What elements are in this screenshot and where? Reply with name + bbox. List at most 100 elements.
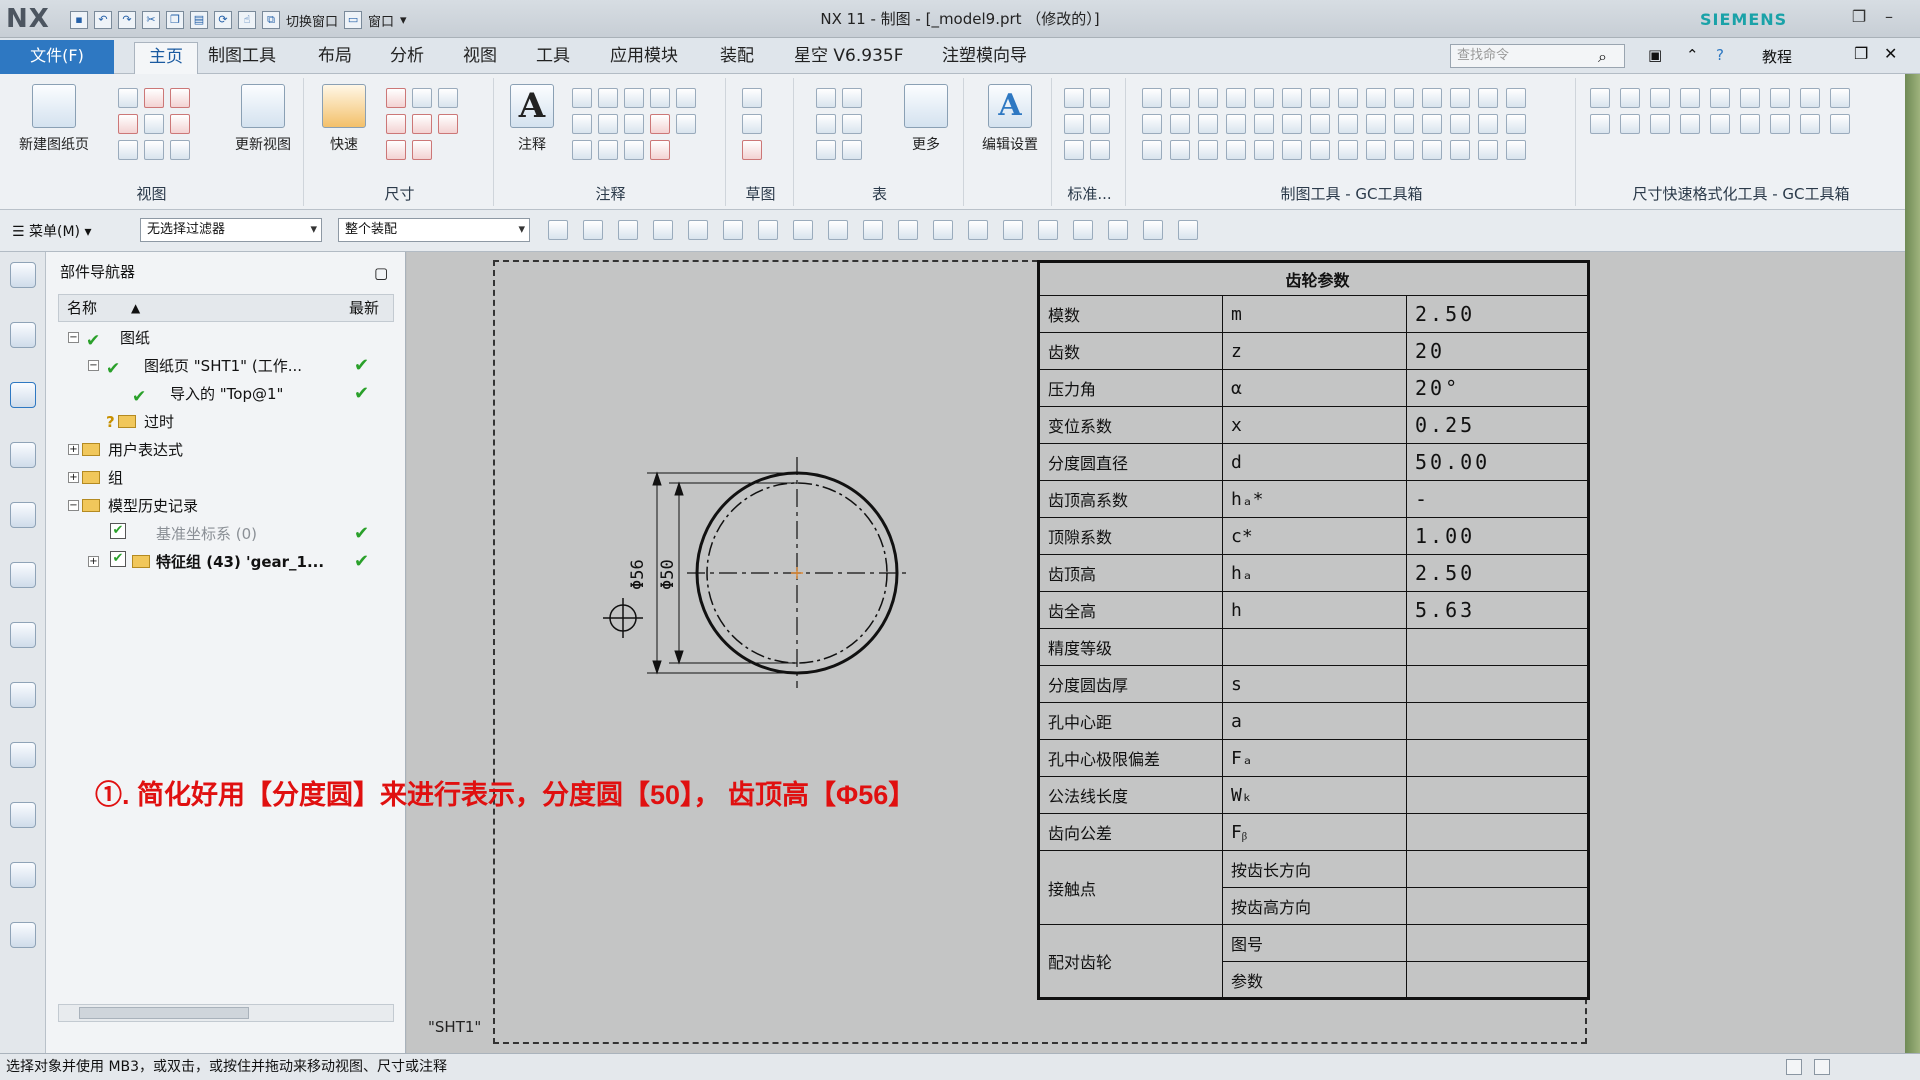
collapse-icon[interactable]: − [68, 500, 79, 511]
gc-tool-11-icon[interactable] [1422, 88, 1442, 108]
auto-balloon-icon[interactable] [842, 140, 862, 160]
more-button[interactable]: 更多 [896, 84, 956, 154]
gc-tool-24-icon[interactable] [1394, 114, 1414, 134]
section-line-icon[interactable] [118, 114, 138, 134]
gc-tool-21-icon[interactable] [1310, 114, 1330, 134]
gc-dim-13-icon[interactable] [1680, 114, 1700, 134]
status-icon-1[interactable] [1786, 1059, 1802, 1075]
chamfer-dimension-icon[interactable] [386, 114, 406, 134]
tree-node-outdated[interactable]: ? 过时 [58, 408, 394, 436]
name-column-header[interactable]: 名称 [67, 295, 97, 321]
status-icon-2[interactable] [1814, 1059, 1830, 1075]
palette-icon[interactable] [10, 862, 36, 888]
bend-table-icon[interactable] [842, 114, 862, 134]
datum-target-icon[interactable] [624, 88, 644, 108]
gc-tool-6-icon[interactable] [1282, 88, 1302, 108]
gc-tool-10-icon[interactable] [1394, 88, 1414, 108]
linear-dimension-icon[interactable] [386, 88, 406, 108]
target-point-icon[interactable] [650, 88, 670, 108]
close-icon[interactable]: ✕ [1884, 44, 1897, 63]
cut-icon[interactable]: ✂ [142, 11, 160, 29]
gc-tool-13-icon[interactable] [1478, 88, 1498, 108]
hatch-icon[interactable] [650, 114, 670, 134]
selection-scope-select[interactable]: 整个装配 [338, 218, 530, 242]
gc-tool-20-icon[interactable] [1282, 114, 1302, 134]
tree-node-drawing[interactable]: − ✔ 图纸 [58, 324, 394, 352]
std-part-icon[interactable] [1064, 88, 1084, 108]
new-sheet-button[interactable]: 新建图纸页 [6, 84, 102, 154]
touch-mode-icon[interactable]: ☝ [238, 11, 256, 29]
std-bearing-icon[interactable] [1090, 140, 1110, 160]
gc-tool-12-icon[interactable] [1450, 88, 1470, 108]
roles-icon[interactable] [10, 802, 36, 828]
view-boundary-icon[interactable] [144, 140, 164, 160]
window-icon[interactable]: ▭ [344, 11, 363, 29]
assembly-navigator-icon[interactable] [10, 322, 36, 348]
snap-1-icon[interactable] [548, 220, 568, 240]
sketch-curve-icon[interactable] [742, 88, 762, 108]
table-note-icon[interactable] [816, 88, 836, 108]
visibility-icon[interactable] [10, 502, 36, 528]
gc-tool-42-icon[interactable] [1506, 140, 1526, 160]
snap-18-icon[interactable] [1143, 220, 1163, 240]
thickness-dimension-icon[interactable] [412, 114, 432, 134]
gc-tool-8-icon[interactable] [1338, 88, 1358, 108]
std-fastener-icon[interactable] [1064, 114, 1084, 134]
switch-window-icon[interactable]: ⧉ [262, 11, 280, 29]
tab-home[interactable]: 主页 [134, 42, 198, 74]
tree-node-model-history[interactable]: − 模型历史记录 [58, 492, 394, 520]
gc-tool-9-icon[interactable] [1366, 88, 1386, 108]
gc-tool-23-icon[interactable] [1366, 114, 1386, 134]
switch-window-button[interactable]: 切换窗口 [286, 11, 338, 30]
gc-dim-4-icon[interactable] [1680, 88, 1700, 108]
selection-filter-select[interactable]: 无选择过滤器 [140, 218, 322, 242]
std-gear-icon[interactable] [1064, 140, 1084, 160]
snap-12-icon[interactable] [933, 220, 953, 240]
gc-tool-33-icon[interactable] [1254, 140, 1274, 160]
tutorial-link[interactable]: 教程 [1762, 46, 1792, 67]
gc-dim-7-icon[interactable] [1770, 88, 1790, 108]
view-align-icon[interactable] [170, 140, 190, 160]
gc-tool-41-icon[interactable] [1478, 140, 1498, 160]
latest-column-header[interactable]: 最新 [349, 295, 379, 321]
settings-icon[interactable] [10, 262, 36, 288]
system-materials-icon[interactable] [10, 922, 36, 948]
gc-tool-40-icon[interactable] [1450, 140, 1470, 160]
gc-dim-2-icon[interactable] [1620, 88, 1640, 108]
snap-7-icon[interactable] [758, 220, 778, 240]
arc-length-icon[interactable] [438, 114, 458, 134]
hole-table-icon[interactable] [816, 114, 836, 134]
std-lib-icon[interactable] [1090, 88, 1110, 108]
detail-view-icon[interactable] [170, 88, 190, 108]
tab-application[interactable]: 应用模块 [596, 42, 692, 74]
clock-icon[interactable] [10, 742, 36, 768]
visibility-checkbox[interactable]: ✔ [110, 523, 126, 539]
collapse-icon[interactable]: − [88, 360, 99, 371]
gc-tool-32-icon[interactable] [1226, 140, 1246, 160]
collapse-icon[interactable]: − [68, 332, 79, 343]
tree-node-imported-view[interactable]: ✔ 导入的 "Top@1" ✔ [58, 380, 394, 408]
gc-dim-10-icon[interactable] [1590, 114, 1610, 134]
quick-dimension-button[interactable]: 快速 [316, 84, 372, 154]
gc-tool-36-icon[interactable] [1338, 140, 1358, 160]
snap-19-icon[interactable] [1178, 220, 1198, 240]
gc-dim-6-icon[interactable] [1740, 88, 1760, 108]
gc-tool-25-icon[interactable] [1422, 114, 1442, 134]
gc-dim-14-icon[interactable] [1710, 114, 1730, 134]
undo-icon[interactable]: ↶ [94, 11, 112, 29]
gc-tool-16-icon[interactable] [1170, 114, 1190, 134]
base-view-icon[interactable] [118, 88, 138, 108]
snap-10-icon[interactable] [863, 220, 883, 240]
paste-icon[interactable]: ▤ [190, 11, 208, 29]
expand-icon[interactable]: + [88, 556, 99, 567]
gc-tool-30-icon[interactable] [1170, 140, 1190, 160]
window-menu-button[interactable]: 窗口 [368, 11, 394, 30]
gc-tool-28-icon[interactable] [1506, 114, 1526, 134]
tree-node-feature-group[interactable]: + ✔ 特征组 (43) 'gear_1... ✔ [58, 548, 394, 576]
break-view-icon[interactable] [144, 114, 164, 134]
gc-tool-19-icon[interactable] [1254, 114, 1274, 134]
snap-2-icon[interactable] [583, 220, 603, 240]
gc-tool-4-icon[interactable] [1226, 88, 1246, 108]
scrollbar-thumb[interactable] [79, 1007, 249, 1019]
gc-dim-12-icon[interactable] [1650, 114, 1670, 134]
